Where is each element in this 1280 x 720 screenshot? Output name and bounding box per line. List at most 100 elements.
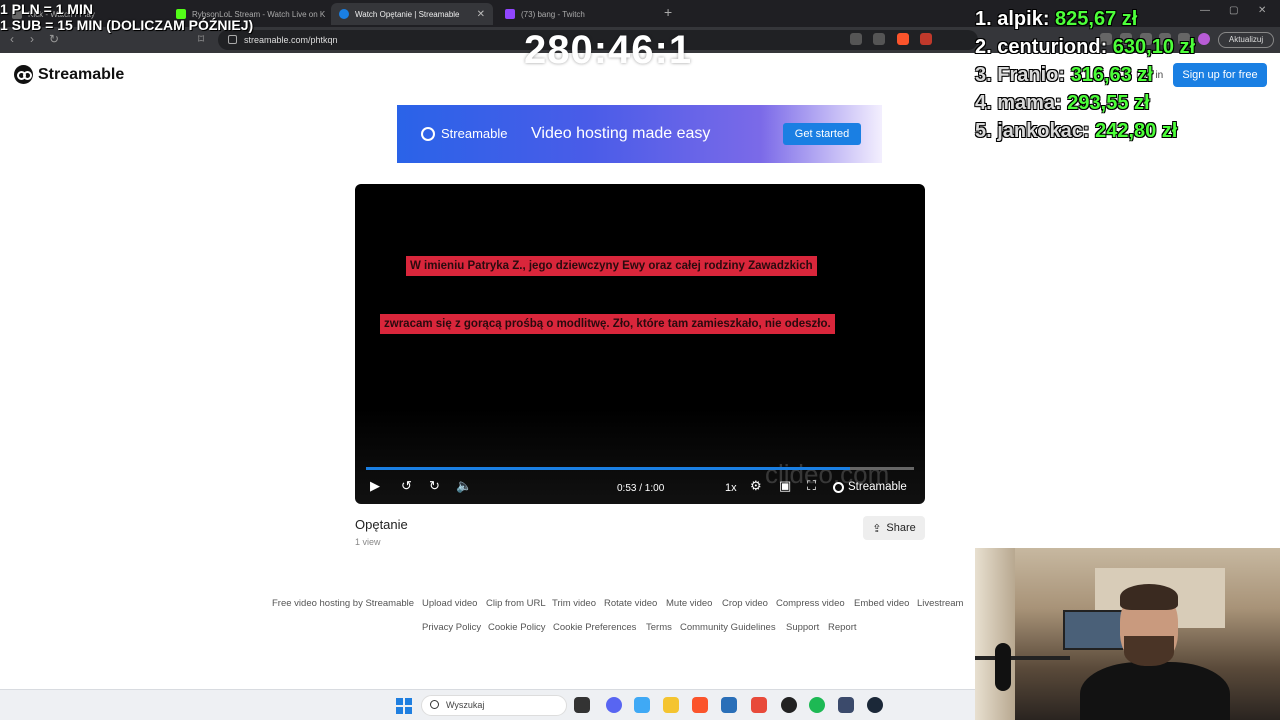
twitch-favicon-icon <box>505 9 515 19</box>
footer-link[interactable]: Livestream <box>917 598 963 609</box>
share-icon: ⇪ <box>872 522 882 535</box>
leaderboard-row: 1. alpik: 825,67 zł <box>975 8 1195 36</box>
brave-rewards-icon[interactable] <box>920 33 932 45</box>
streamable-favicon-icon <box>339 9 349 19</box>
rate-line: 1 PLN = 1 MIN <box>0 1 93 17</box>
footer-link[interactable]: Mute video <box>666 598 712 609</box>
footer-link[interactable]: Cookie Preferences <box>553 622 636 633</box>
footer-link[interactable]: Cookie Policy <box>488 622 546 633</box>
video-player[interactable]: W imieniu Patryka Z., jego dziewczyny Ew… <box>355 184 925 504</box>
footer-link[interactable]: Clip from URL <box>486 598 546 609</box>
footer-link[interactable]: Trim video <box>552 598 596 609</box>
donor-amount: 293,55 zł <box>1067 92 1150 114</box>
banner-logo: Streamable <box>421 126 507 141</box>
profile-avatar[interactable] <box>1198 33 1210 45</box>
time-display: 0:53 / 1:00 <box>617 483 665 494</box>
brave-shields-icon[interactable] <box>897 33 909 45</box>
file-explorer-icon[interactable] <box>663 697 679 713</box>
leaderboard-row: 5. jankokac: 242,80 zł <box>975 120 1195 148</box>
footer-link[interactable]: Rotate video <box>604 598 657 609</box>
share-button[interactable]: ⇪ Share <box>863 516 925 540</box>
start-button[interactable] <box>396 698 412 714</box>
leaderboard-row: 3. Franio: 316,63 zł <box>975 64 1195 92</box>
bookmark-icon[interactable]: ⌑ <box>198 32 204 46</box>
play-icon[interactable]: ▶ <box>370 478 380 494</box>
streamable-logo[interactable]: Streamable <box>14 65 124 84</box>
player-brand-link[interactable]: Streamable <box>833 481 907 493</box>
playback-speed-button[interactable]: 1x <box>725 482 737 494</box>
steam-icon[interactable] <box>867 697 883 713</box>
webcam-background-light <box>975 548 1015 720</box>
leaderboard-row: 4. mama: 293,55 zł <box>975 92 1195 120</box>
close-tab-icon[interactable]: ✕ <box>477 9 485 20</box>
footer-link[interactable]: Terms <box>646 622 672 633</box>
update-button[interactable]: Aktualizuj <box>1218 32 1274 48</box>
rewind-10-icon[interactable]: ↺ <box>401 478 412 494</box>
footer-link[interactable]: Privacy Policy <box>422 622 481 633</box>
streamer-figure <box>1080 584 1230 720</box>
donor-amount: 316,63 zł <box>1070 64 1153 86</box>
obs-icon[interactable] <box>781 697 797 713</box>
donation-leaderboard: 1. alpik: 825,67 zł 2. centuriond: 630,1… <box>975 8 1195 148</box>
video-title: Opętanie <box>355 517 408 532</box>
volume-icon[interactable]: 🔈 <box>456 478 472 494</box>
task-view-icon[interactable] <box>574 697 590 713</box>
ad-banner[interactable]: Streamable Video hosting made easy Get s… <box>397 105 882 163</box>
forward-10-icon[interactable]: ↻ <box>429 478 440 494</box>
app-icon[interactable] <box>751 697 767 713</box>
streamable-logo-icon <box>833 481 844 493</box>
picture-in-picture-icon[interactable]: ▣ <box>779 478 791 494</box>
donor-name: 2. centuriond: <box>975 36 1108 58</box>
copilot-icon[interactable] <box>634 697 650 713</box>
streamer-webcam <box>975 548 1280 720</box>
mic-arm <box>975 656 1070 660</box>
streamable-logo-icon <box>14 65 33 84</box>
app-icon[interactable] <box>721 697 737 713</box>
video-caption: W imieniu Patryka Z., jego dziewczyny Ew… <box>406 256 817 276</box>
discord-icon[interactable] <box>606 697 622 713</box>
spotify-icon[interactable] <box>809 697 825 713</box>
footer-link[interactable]: Report <box>828 622 857 633</box>
donor-amount: 825,67 zł <box>1055 8 1138 30</box>
notepad-icon[interactable] <box>838 697 854 713</box>
subathon-timer: 280:46:1 <box>524 28 693 72</box>
tab-twitch[interactable]: (73) bang - Twitch <box>497 3 657 25</box>
reload-icon[interactable]: ↻ <box>49 32 59 46</box>
back-icon[interactable]: ‹ <box>10 32 14 46</box>
leaderboard-row: 2. centuriond: 630,10 zł <box>975 36 1195 64</box>
banner-tagline: Video hosting made easy <box>531 125 711 142</box>
new-tab-button[interactable]: + <box>664 4 672 20</box>
get-started-button[interactable]: Get started <box>783 123 861 145</box>
footer-link[interactable]: Free video hosting by Streamable <box>272 598 414 609</box>
donor-name: 1. alpik: <box>975 8 1050 30</box>
footer-link[interactable]: Upload video <box>422 598 477 609</box>
translate-icon[interactable] <box>850 33 862 45</box>
search-placeholder: Wyszukaj <box>446 700 485 710</box>
settings-gear-icon[interactable]: ⚙ <box>750 478 762 494</box>
search-icon <box>430 700 439 709</box>
footer-link[interactable]: Compress video <box>776 598 845 609</box>
footer-link[interactable]: Embed video <box>854 598 909 609</box>
footer-link[interactable]: Support <box>786 622 819 633</box>
close-window-icon[interactable]: ✕ <box>1258 5 1266 16</box>
forward-icon[interactable]: › <box>30 32 34 46</box>
donor-amount: 630,10 zł <box>1112 36 1196 58</box>
footer-link[interactable]: Crop video <box>722 598 768 609</box>
brave-browser-icon[interactable] <box>692 697 708 713</box>
footer-link[interactable]: Community Guidelines <box>680 622 776 633</box>
tab-streamable[interactable]: Watch Opętanie | Streamable ✕ <box>331 3 493 25</box>
tab-label: Watch Opętanie | Streamable <box>355 9 460 19</box>
progress-bar[interactable] <box>366 467 914 470</box>
share-page-icon[interactable] <box>873 33 885 45</box>
maximize-icon[interactable]: ▢ <box>1229 5 1238 16</box>
url-text: streamable.com/phtkqn <box>244 35 338 45</box>
progress-fill <box>366 467 850 470</box>
minimize-icon[interactable]: — <box>1200 5 1210 16</box>
streamable-logo-icon <box>421 126 435 141</box>
donor-name: 4. mama: <box>975 92 1062 114</box>
fullscreen-icon[interactable]: ⛶ <box>807 478 816 494</box>
site-info-icon[interactable] <box>228 35 237 44</box>
donor-name: 5. jankokac: <box>975 120 1090 142</box>
taskbar-search[interactable]: Wyszukaj <box>421 695 567 716</box>
view-count: 1 view <box>355 537 381 547</box>
